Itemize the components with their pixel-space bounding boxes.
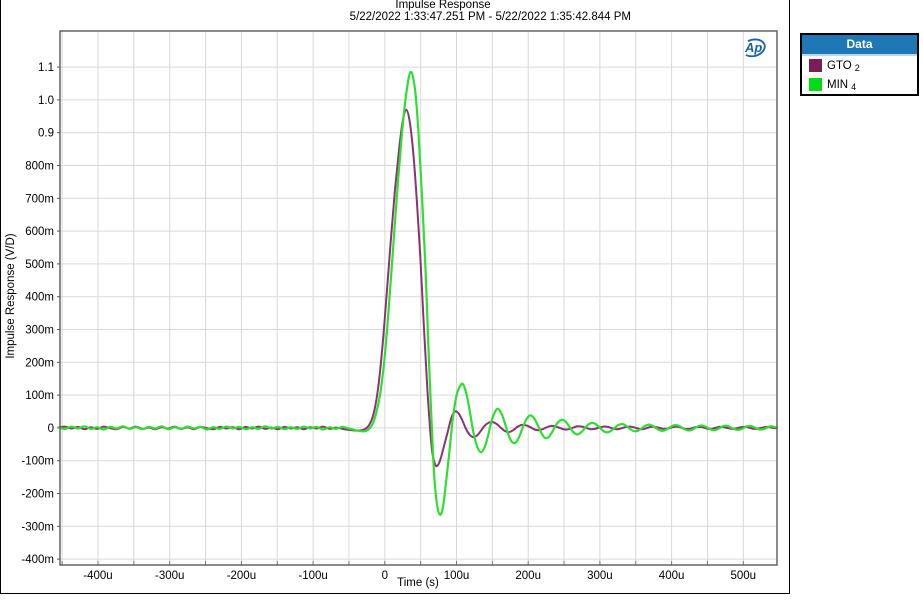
y-tick-label: 1.0 <box>38 95 54 107</box>
y-tick-label: -300m <box>21 521 54 533</box>
y-tick-label: -400m <box>21 554 54 566</box>
trace-min-4 <box>57 70 779 516</box>
y-tick-label: 400m <box>25 292 54 304</box>
trace-gto-2 <box>57 108 777 468</box>
x-tick-label: -100u <box>298 570 327 582</box>
ap-logo-icon: Ap <box>744 38 766 58</box>
x-tick-label: 500u <box>731 570 757 582</box>
plot-border <box>59 30 778 566</box>
x-tick-label: -400u <box>83 570 112 582</box>
x-tick-label: 300u <box>587 570 613 582</box>
svg-text:Ap: Ap <box>744 40 762 55</box>
legend-item-channel: 4 <box>851 81 857 92</box>
y-tick-label: 800m <box>25 160 54 172</box>
legend-item-channel: 2 <box>854 62 860 73</box>
y-tick-label: 1.1 <box>38 62 54 74</box>
y-tick-label: 700m <box>25 193 54 205</box>
x-tick-label: 100u <box>444 570 470 582</box>
y-tick-label: -100m <box>21 456 54 468</box>
y-tick-label: 300m <box>25 324 54 336</box>
y-tick-label: 200m <box>25 357 54 369</box>
legend-item-gto-2[interactable]: GTO 2 <box>802 56 917 75</box>
x-tick-label: -300u <box>155 570 184 582</box>
y-tick-label: 0.9 <box>38 128 54 140</box>
x-tick-label: -200u <box>227 570 256 582</box>
y-tick-label: -200m <box>21 488 54 500</box>
x-tick-label: 200u <box>515 570 541 582</box>
y-tick-label: 500m <box>25 259 54 271</box>
legend-item-min-4[interactable]: MIN 4 <box>802 75 917 94</box>
legend-item-label: MIN <box>827 78 849 91</box>
y-tick-label: 100m <box>25 390 54 402</box>
y-tick-label: 0 <box>48 423 54 435</box>
y-tick-label: 600m <box>25 226 54 238</box>
legend-header: Data <box>802 35 917 56</box>
gto-2-color-swatch-icon <box>809 59 822 72</box>
legend-panel: Data GTO 2 MIN 4 <box>800 33 919 96</box>
x-tick-label: 400u <box>659 570 685 582</box>
legend-item-label: GTO <box>827 59 852 72</box>
x-tick-label: 0 <box>382 570 388 582</box>
impulse-response-chart[interactable]: -400u -300u -200u -100u 0 100u 200u 300u 400u 500… <box>0 0 923 600</box>
min-4-color-swatch-icon <box>809 78 822 91</box>
